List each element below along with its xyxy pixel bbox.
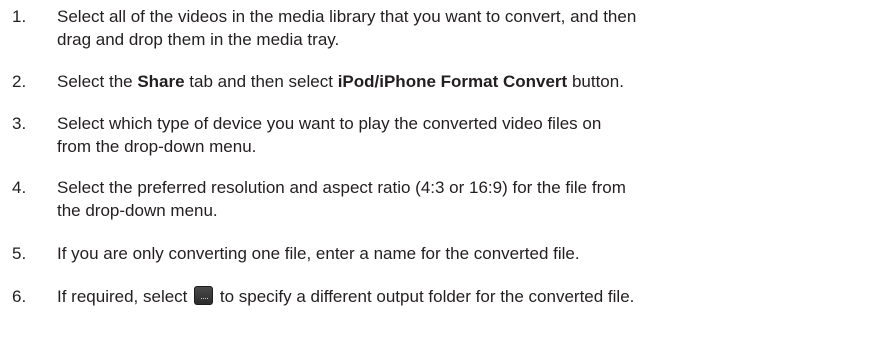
step-text: Select the Share tab and then select iPo… bbox=[57, 70, 875, 93]
step-line: Select which type of device you want to … bbox=[57, 114, 602, 133]
step-number: 6. bbox=[12, 287, 27, 306]
step-line: drag and drop them in the media tray. bbox=[57, 30, 340, 49]
browse-folder-icon bbox=[194, 286, 214, 305]
step-line: from the drop-down menu. bbox=[57, 137, 257, 156]
step-line: Select all of the videos in the media li… bbox=[57, 7, 637, 26]
step-number: 4. bbox=[12, 178, 27, 197]
step-text-part: Select the bbox=[57, 72, 138, 91]
step-text: Select which type of device you want to … bbox=[57, 112, 875, 158]
step-line: If you are only converting one file, ent… bbox=[57, 244, 580, 263]
step-number: 5. bbox=[12, 244, 27, 263]
step-line: the drop-down menu. bbox=[57, 201, 218, 220]
step-number: 2. bbox=[12, 72, 27, 91]
step-number: 3. bbox=[12, 114, 27, 133]
convert-button-label: iPod/iPhone Format Convert bbox=[337, 72, 568, 91]
step-text-part: If required, select bbox=[57, 287, 193, 306]
step-text-part: button. bbox=[567, 72, 624, 91]
step-text-part: to specify a different output folder for… bbox=[215, 287, 635, 306]
share-tab-label: Share bbox=[137, 72, 185, 91]
step-number: 1. bbox=[12, 7, 27, 26]
step-text: If you are only converting one file, ent… bbox=[57, 242, 875, 265]
step-text: Select all of the videos in the media li… bbox=[57, 5, 875, 51]
instruction-steps: 1. Select all of the videos in the media… bbox=[0, 0, 881, 347]
step-line: Select the preferred resolution and aspe… bbox=[57, 178, 626, 197]
step-text-part: tab and then select bbox=[184, 72, 338, 91]
step-text: If required, select to specify a differe… bbox=[57, 285, 875, 308]
step-text: Select the preferred resolution and aspe… bbox=[57, 176, 875, 222]
